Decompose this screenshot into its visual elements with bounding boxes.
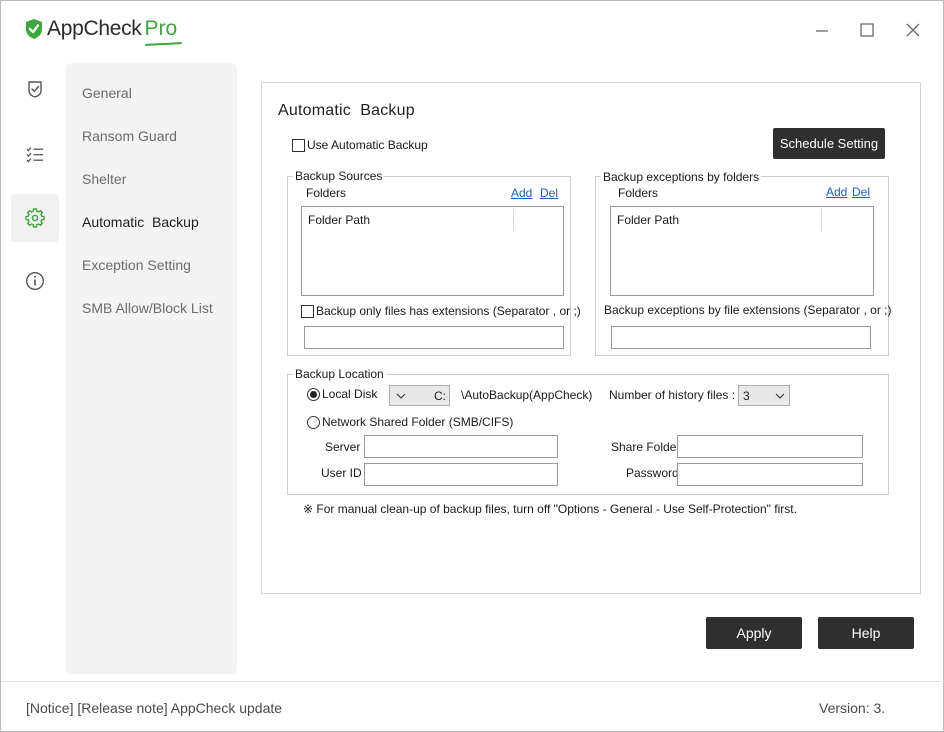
- exceptions-del-link[interactable]: Del: [852, 185, 870, 199]
- app-name: AppCheck: [47, 17, 142, 40]
- history-files-value: 3: [743, 388, 750, 403]
- sources-del-link[interactable]: Del: [540, 186, 558, 200]
- minimize-button[interactable]: [811, 19, 833, 41]
- rail-checklist-button[interactable]: [11, 130, 59, 178]
- shield-check-icon: [28, 81, 42, 98]
- chevron-down-icon: [396, 393, 406, 399]
- sources-ext-checkbox[interactable]: [301, 305, 314, 318]
- sources-ext-label: Backup only files has extensions (Separa…: [316, 304, 581, 318]
- menu-item-shelter[interactable]: Shelter: [82, 171, 126, 187]
- use-auto-backup-checkbox[interactable]: [292, 139, 305, 152]
- close-button[interactable]: [902, 19, 924, 41]
- backup-location-legend: Backup Location: [293, 367, 386, 381]
- menu-item-automatic-backup[interactable]: Automatic Backup: [82, 214, 199, 230]
- local-disk-label: Local Disk: [322, 387, 378, 401]
- exceptions-folder-list[interactable]: Folder Path: [610, 206, 874, 296]
- password-label: Password: [626, 466, 679, 480]
- exceptions-folders-label: Folders: [618, 186, 659, 200]
- radio-selected-dot: [310, 391, 317, 398]
- exceptions-ext-label: Backup exceptions by file extensions (Se…: [604, 303, 892, 317]
- password-input[interactable]: [677, 463, 863, 486]
- footer-divider: [1, 681, 944, 682]
- menu-item-exception-setting[interactable]: Exception Setting: [82, 257, 191, 273]
- exceptions-folder-path-header: Folder Path: [617, 213, 680, 227]
- local-disk-radio[interactable]: [307, 388, 320, 401]
- info-icon: [25, 271, 45, 291]
- exceptions-add-link[interactable]: Add: [826, 185, 847, 199]
- notice-link[interactable]: [Notice] [Release note] AppCheck update: [26, 700, 282, 716]
- user-id-input[interactable]: [364, 463, 558, 486]
- use-auto-backup-label: Use Automatic Backup: [307, 138, 428, 152]
- share-folder-label: Share Folder: [611, 440, 681, 454]
- history-files-select[interactable]: 3: [738, 385, 790, 406]
- user-id-label: User ID: [321, 466, 362, 480]
- sources-add-link[interactable]: Add: [511, 186, 532, 200]
- sources-folders-label: Folders: [306, 186, 347, 200]
- history-files-label: Number of history files :: [609, 388, 736, 402]
- rail-protection-button[interactable]: [11, 65, 59, 113]
- exceptions-ext-input[interactable]: [611, 326, 871, 349]
- settings-menu: General Ransom Guard Shelter Automatic B…: [66, 63, 237, 674]
- version-text: Version: 3.: [819, 700, 886, 716]
- minimize-icon: [816, 30, 828, 32]
- checklist-icon: [26, 147, 43, 163]
- help-button[interactable]: Help: [818, 617, 914, 649]
- backup-path-text: \AutoBackup(AppCheck): [461, 388, 593, 402]
- maximize-icon: [860, 23, 874, 37]
- close-icon: [906, 23, 920, 37]
- server-label: Server: [325, 440, 361, 454]
- menu-item-ransom-guard[interactable]: Ransom Guard: [82, 128, 177, 144]
- column-divider: [513, 209, 514, 231]
- network-folder-radio[interactable]: [307, 416, 320, 429]
- backup-exceptions-legend: Backup exceptions by folders: [601, 170, 762, 184]
- share-folder-input[interactable]: [677, 435, 863, 458]
- backup-sources-legend: Backup Sources: [293, 169, 385, 183]
- menu-item-smb-list[interactable]: SMB Allow/Block List: [82, 300, 213, 316]
- maximize-button[interactable]: [856, 19, 878, 41]
- drive-value: C:: [434, 388, 446, 403]
- app-window: AppCheck Pro General Ransom Guard Shelte…: [0, 0, 944, 732]
- sources-folder-list[interactable]: Folder Path: [301, 206, 564, 296]
- menu-item-general[interactable]: General: [82, 85, 132, 101]
- apply-button[interactable]: Apply: [706, 617, 802, 649]
- app-edition: Pro: [144, 17, 178, 40]
- rail-info-button[interactable]: [11, 257, 59, 305]
- app-logo: AppCheck Pro: [25, 17, 177, 41]
- sources-ext-input[interactable]: [304, 326, 564, 349]
- gear-icon: [25, 208, 45, 228]
- cleanup-note: ※ For manual clean-up of backup files, t…: [303, 502, 797, 516]
- sources-folder-path-header: Folder Path: [308, 213, 371, 227]
- server-input[interactable]: [364, 435, 558, 458]
- network-folder-label: Network Shared Folder (SMB/CIFS): [322, 415, 514, 429]
- rail-settings-button[interactable]: [11, 194, 59, 242]
- drive-select[interactable]: C:: [389, 385, 450, 406]
- page-title: Automatic Backup: [278, 102, 415, 119]
- chevron-down-icon: [775, 393, 785, 399]
- column-divider: [821, 209, 822, 231]
- schedule-setting-button[interactable]: Schedule Setting: [773, 128, 885, 159]
- appcheck-logo-icon: [26, 19, 42, 39]
